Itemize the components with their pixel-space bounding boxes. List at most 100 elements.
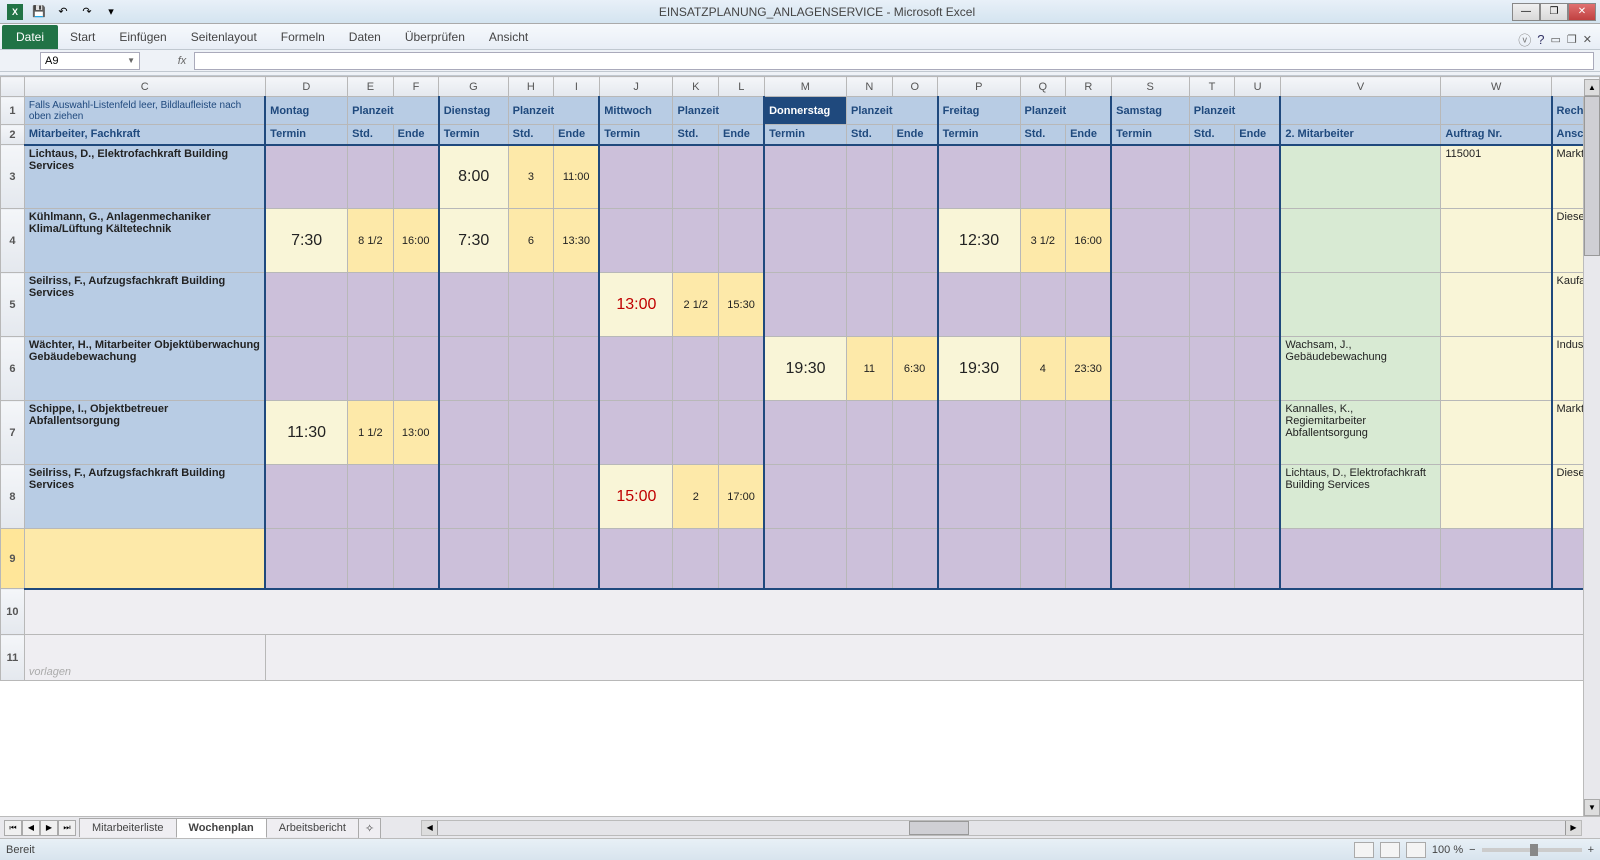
- std-cell[interactable]: [673, 209, 719, 273]
- termin-cell[interactable]: 7:30: [265, 209, 347, 273]
- ende-cell[interactable]: [892, 209, 938, 273]
- termin-cell[interactable]: [1111, 209, 1189, 273]
- ende-cell[interactable]: [554, 273, 600, 337]
- ribbon-tab-insert[interactable]: Einfügen: [107, 25, 178, 49]
- termin-hdr[interactable]: Termin: [938, 125, 1020, 145]
- cell[interactable]: [24, 589, 1599, 635]
- watermark-cell[interactable]: vorlagen: [24, 635, 265, 681]
- maximize-button[interactable]: ❐: [1540, 3, 1568, 21]
- cell[interactable]: [265, 635, 1599, 681]
- auftrag-cell[interactable]: 115001: [1441, 145, 1552, 209]
- cell[interactable]: [847, 529, 893, 589]
- std-cell[interactable]: [348, 273, 394, 337]
- termin-cell[interactable]: [764, 273, 846, 337]
- col-hdr[interactable]: O: [892, 77, 938, 97]
- zoom-in-icon[interactable]: +: [1588, 844, 1594, 856]
- termin-hdr[interactable]: Termin: [599, 125, 673, 145]
- termin-cell[interactable]: 7:30: [439, 209, 508, 273]
- std-cell[interactable]: 2 1/2: [673, 273, 719, 337]
- sheet-tab[interactable]: Arbeitsbericht: [266, 818, 359, 837]
- mitarbeiter2-cell[interactable]: [1280, 145, 1441, 209]
- termin-cell[interactable]: [599, 209, 673, 273]
- std-cell[interactable]: [1020, 401, 1066, 465]
- cell[interactable]: [554, 529, 600, 589]
- ribbon-tab-start[interactable]: Start: [58, 25, 107, 49]
- sheet-tab-active[interactable]: Wochenplan: [176, 818, 267, 838]
- ribbon-restore-icon[interactable]: ❐: [1567, 33, 1577, 46]
- ende-cell[interactable]: [393, 465, 439, 529]
- day-mittwoch[interactable]: Mittwoch: [599, 97, 673, 125]
- cell[interactable]: [673, 529, 719, 589]
- view-break-icon[interactable]: [1406, 842, 1426, 858]
- ende-cell[interactable]: [719, 401, 765, 465]
- termin-cell[interactable]: 8:00: [439, 145, 508, 209]
- close-button[interactable]: ✕: [1568, 3, 1596, 21]
- day-montag[interactable]: Montag: [265, 97, 347, 125]
- mitarbeiter2-cell[interactable]: [1280, 273, 1441, 337]
- hscroll-right-icon[interactable]: ▶: [1565, 821, 1581, 835]
- ende-cell[interactable]: [1235, 145, 1281, 209]
- std-cell[interactable]: [508, 273, 554, 337]
- row-hdr[interactable]: 8: [1, 465, 25, 529]
- auftrag-cell[interactable]: [1441, 401, 1552, 465]
- std-hdr[interactable]: Std.: [673, 125, 719, 145]
- ende-cell[interactable]: [1066, 401, 1112, 465]
- undo-icon[interactable]: ↶: [52, 2, 74, 22]
- zoom-out-icon[interactable]: −: [1469, 844, 1475, 856]
- ende-cell[interactable]: 23:30: [1066, 337, 1112, 401]
- row-hdr[interactable]: 4: [1, 209, 25, 273]
- ende-cell[interactable]: [554, 465, 600, 529]
- ende-cell[interactable]: 16:00: [1066, 209, 1112, 273]
- planzeit-label[interactable]: Planzeit: [847, 97, 938, 125]
- std-cell[interactable]: 11: [847, 337, 893, 401]
- std-cell[interactable]: [847, 209, 893, 273]
- cell[interactable]: [1111, 529, 1189, 589]
- termin-cell[interactable]: [764, 209, 846, 273]
- select-all-corner[interactable]: [1, 77, 25, 97]
- ende-cell[interactable]: [1235, 401, 1281, 465]
- termin-cell[interactable]: [599, 401, 673, 465]
- ende-cell[interactable]: [1066, 465, 1112, 529]
- ribbon-tab-review[interactable]: Überprüfen: [393, 25, 477, 49]
- planzeit-label[interactable]: Planzeit: [348, 97, 439, 125]
- cell[interactable]: [508, 529, 554, 589]
- spreadsheet-grid[interactable]: C D E F G H I J K L M N O P Q R S T U V …: [0, 76, 1600, 681]
- row-hdr[interactable]: 7: [1, 401, 25, 465]
- auftrag-cell[interactable]: [1441, 465, 1552, 529]
- ribbon-tab-view[interactable]: Ansicht: [477, 25, 540, 49]
- std-hdr[interactable]: Std.: [1020, 125, 1066, 145]
- std-cell[interactable]: [508, 401, 554, 465]
- ende-cell[interactable]: 16:00: [393, 209, 439, 273]
- termin-cell[interactable]: 12:30: [938, 209, 1020, 273]
- ende-cell[interactable]: 17:00: [719, 465, 765, 529]
- col-hdr[interactable]: W: [1441, 77, 1552, 97]
- qat-more-icon[interactable]: ▾: [100, 2, 122, 22]
- sheet-prev-icon[interactable]: ◀: [22, 820, 40, 836]
- ende-hdr[interactable]: Ende: [393, 125, 439, 145]
- scroll-thumb[interactable]: [1584, 96, 1600, 256]
- ende-cell[interactable]: [1235, 209, 1281, 273]
- termin-cell[interactable]: [439, 465, 508, 529]
- std-cell[interactable]: [1189, 273, 1235, 337]
- std-cell[interactable]: 2: [673, 465, 719, 529]
- day-freitag[interactable]: Freitag: [938, 97, 1020, 125]
- termin-cell[interactable]: 19:30: [938, 337, 1020, 401]
- cell[interactable]: [24, 529, 265, 589]
- ende-cell[interactable]: [1066, 273, 1112, 337]
- ende-cell[interactable]: [892, 273, 938, 337]
- day-samstag[interactable]: Samstag: [1111, 97, 1189, 125]
- col-hdr[interactable]: U: [1235, 77, 1281, 97]
- ende-cell[interactable]: [393, 337, 439, 401]
- std-cell[interactable]: [847, 465, 893, 529]
- cell[interactable]: [938, 529, 1020, 589]
- std-cell[interactable]: [673, 337, 719, 401]
- blank-hdr[interactable]: [1441, 97, 1552, 125]
- cell[interactable]: [719, 529, 765, 589]
- auftrag-cell[interactable]: [1441, 209, 1552, 273]
- vertical-scrollbar[interactable]: ▲ ▼: [1583, 96, 1600, 816]
- termin-cell[interactable]: [439, 401, 508, 465]
- std-cell[interactable]: [1189, 145, 1235, 209]
- termin-cell[interactable]: [764, 401, 846, 465]
- termin-cell[interactable]: [1111, 337, 1189, 401]
- ende-hdr[interactable]: Ende: [1235, 125, 1281, 145]
